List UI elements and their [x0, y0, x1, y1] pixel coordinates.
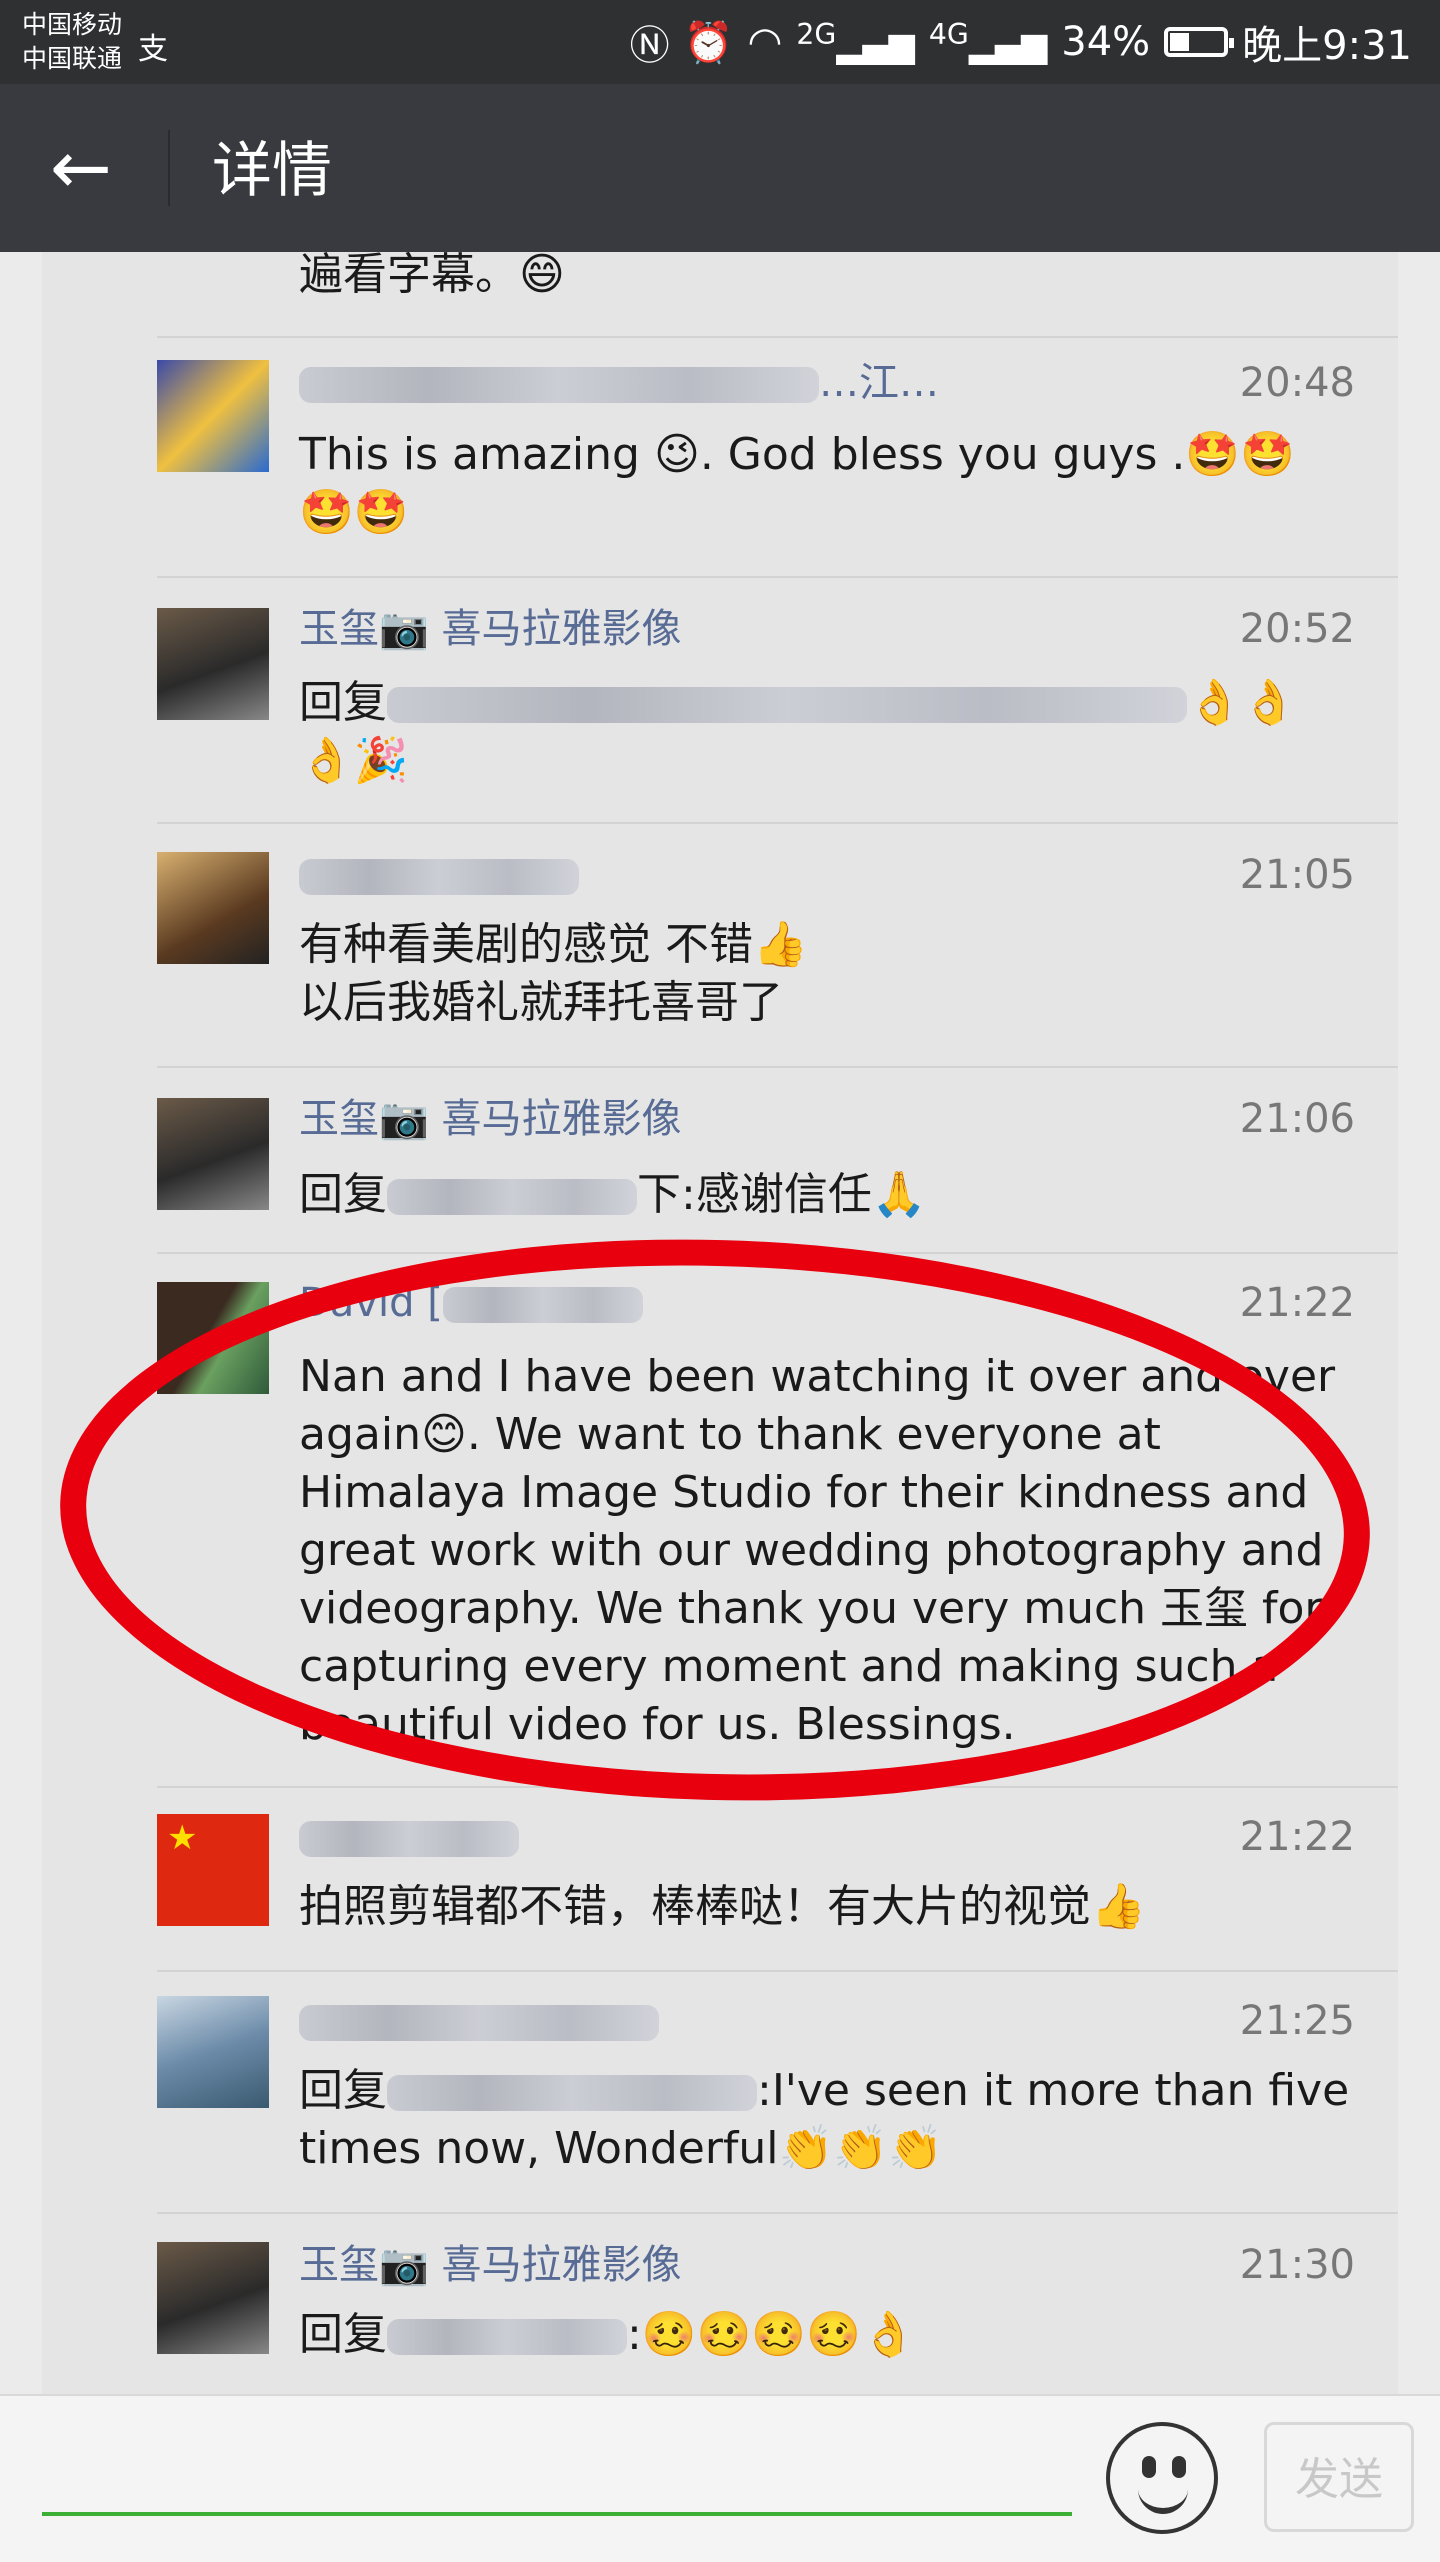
battery-icon — [1164, 27, 1235, 57]
comment-author[interactable]: 玉玺📷 喜马拉雅影像 — [299, 1094, 682, 1144]
battery-percent: 34% — [1061, 19, 1151, 65]
smiley-face-icon[interactable] — [1106, 2422, 1218, 2534]
signal-4g-icon: 4G▂▄▆ — [928, 18, 1048, 66]
comment-author[interactable] — [299, 850, 579, 900]
avatar[interactable] — [157, 1098, 269, 1210]
divider — [157, 336, 1398, 338]
comment-time: 21:06 — [1239, 1096, 1355, 1142]
avatar[interactable] — [157, 608, 269, 720]
signal-2g-icon: 2G▂▄▆ — [796, 18, 915, 66]
comment-author[interactable]: 玉玺📷 喜马拉雅影像 — [299, 604, 682, 654]
comment-text: 回复:🥴🥴🥴🥴👌 — [299, 2309, 916, 2360]
divider — [157, 576, 1398, 578]
avatar[interactable] — [157, 852, 269, 964]
comment-author[interactable] — [299, 1996, 659, 2046]
alarm-icon: ⏰ — [683, 19, 734, 66]
comment-time: 21:25 — [1239, 1998, 1355, 2044]
clock-time: 晚上9:31 — [1242, 23, 1412, 69]
comment-text: 遍看字幕。😄 — [299, 252, 565, 300]
avatar[interactable] — [157, 360, 269, 472]
carrier-2: 中国联通 — [22, 44, 123, 73]
title-bar: ← 详情 — [0, 84, 1440, 252]
carrier-1: 中国移动 — [22, 10, 123, 39]
nfc-icon: Ⓝ — [629, 23, 670, 69]
avatar[interactable] — [157, 1996, 269, 2108]
divider — [157, 2212, 1398, 2214]
status-bar: 中国移动 中国联通 支 Ⓝ ⏰ ◠ 2G▂▄▆ 4G▂▄▆ 34% 晚上9:31 — [0, 0, 1440, 84]
comment-time: 20:48 — [1239, 360, 1355, 406]
comment-text: 回复 👌👌👌🎉 — [299, 677, 1297, 786]
star-icon: ★ — [167, 1818, 198, 1858]
divider — [157, 1970, 1398, 1972]
divider — [157, 822, 1398, 824]
comment-input[interactable] — [42, 2512, 1072, 2516]
divider — [157, 1066, 1398, 1068]
send-button[interactable]: 发送 — [1264, 2422, 1414, 2532]
wifi-icon: ◠ — [747, 19, 783, 65]
comment-author[interactable] — [299, 1812, 519, 1862]
page-title: 详情 — [212, 136, 332, 206]
alipay-icon: 支 — [138, 32, 168, 67]
comment-text: 回复 下:感谢信任🙏 — [299, 1169, 927, 1220]
comment-time: 21:22 — [1239, 1814, 1355, 1860]
comment-text: 拍照剪辑都不错，棒棒哒！有大片的视觉👍 — [299, 1881, 1146, 1932]
title-divider — [168, 130, 170, 206]
avatar[interactable]: ★ — [157, 1814, 269, 1926]
comment-text: This is amazing 😉. God bless you guys .🤩… — [299, 429, 1295, 538]
comment-input-bar: 发送 — [0, 2394, 1440, 2562]
comment-time: 21:30 — [1239, 2242, 1355, 2288]
comment-author[interactable]: …江… — [299, 358, 939, 408]
comment-text: 有种看美剧的感觉 不错👍 以后我婚礼就拜托喜哥了 — [299, 919, 808, 1028]
comment-time: 21:05 — [1239, 852, 1355, 898]
comment-time: 21:22 — [1239, 1280, 1355, 1326]
comment-text: 回复:I've seen it more than five times now… — [299, 2065, 1350, 2174]
carrier-names: 中国移动 中国联通 — [22, 8, 122, 76]
back-arrow-icon[interactable]: ← — [50, 128, 112, 208]
avatar[interactable] — [157, 2242, 269, 2354]
comment-author[interactable]: 玉玺📷 喜马拉雅影像 — [299, 2240, 682, 2290]
comment-time: 20:52 — [1239, 606, 1355, 652]
